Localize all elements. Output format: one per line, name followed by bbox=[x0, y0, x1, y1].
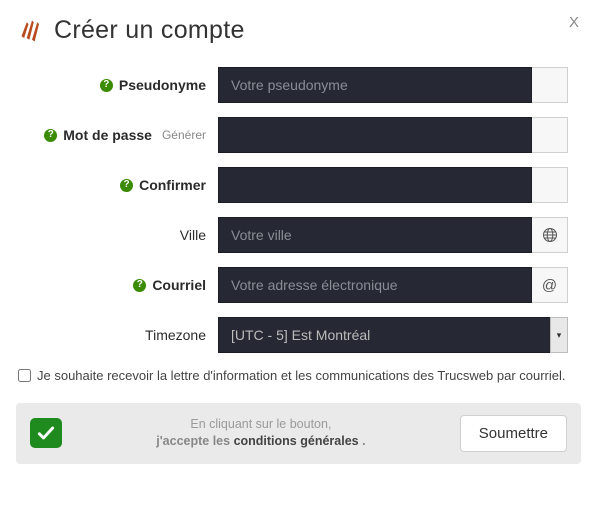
submit-button[interactable]: Soumettre bbox=[460, 415, 567, 452]
pseudonym-input[interactable] bbox=[218, 67, 532, 103]
terms-suffix: . bbox=[362, 434, 365, 448]
row-city: Ville bbox=[24, 217, 581, 253]
row-pseudonym: ? Pseudonyme bbox=[24, 67, 581, 103]
label-confirm: Confirmer bbox=[139, 177, 206, 193]
row-email: ? Courriel @ bbox=[24, 267, 581, 303]
modal-title: Créer un compte bbox=[54, 16, 245, 45]
label-pseudonym: Pseudonyme bbox=[119, 77, 206, 93]
newsletter-checkbox[interactable] bbox=[18, 369, 31, 382]
confirm-addon bbox=[532, 167, 568, 203]
pseudonym-addon bbox=[532, 67, 568, 103]
help-icon[interactable]: ? bbox=[120, 179, 133, 192]
terms-text: En cliquant sur le bouton, j'accepte les… bbox=[78, 416, 444, 451]
label-timezone: Timezone bbox=[145, 327, 206, 343]
label-email: Courriel bbox=[152, 277, 206, 293]
modal-footer: En cliquant sur le bouton, j'accepte les… bbox=[16, 403, 581, 464]
password-input[interactable] bbox=[218, 117, 532, 153]
password-addon bbox=[532, 117, 568, 153]
label-password: Mot de passe bbox=[63, 127, 152, 143]
timezone-select[interactable]: [UTC - 5] Est Montréal bbox=[218, 317, 568, 353]
close-icon[interactable]: X bbox=[569, 14, 579, 31]
newsletter-row: Je souhaite recevoir la lettre d'informa… bbox=[18, 367, 579, 385]
help-icon[interactable]: ? bbox=[133, 279, 146, 292]
row-confirm: ? Confirmer bbox=[24, 167, 581, 203]
row-password: ? Mot de passe Générer bbox=[24, 117, 581, 153]
terms-link[interactable]: conditions générales bbox=[234, 434, 359, 448]
create-account-modal: X Créer un compte ? Pseudonyme ? Mot de … bbox=[0, 0, 597, 476]
checkmark-icon bbox=[30, 418, 62, 448]
terms-line1: En cliquant sur le bouton, bbox=[78, 416, 444, 434]
newsletter-label: Je souhaite recevoir la lettre d'informa… bbox=[37, 367, 566, 385]
terms-prefix: j'accepte les bbox=[156, 434, 233, 448]
row-timezone: Timezone [UTC - 5] Est Montréal ▾ bbox=[24, 317, 581, 353]
globe-icon bbox=[532, 217, 568, 253]
app-logo-icon bbox=[18, 17, 46, 45]
signup-form: ? Pseudonyme ? Mot de passe Générer ? bbox=[16, 67, 581, 353]
at-sign-icon: @ bbox=[532, 267, 568, 303]
confirm-input[interactable] bbox=[218, 167, 532, 203]
generate-password-link[interactable]: Générer bbox=[162, 128, 206, 142]
city-input[interactable] bbox=[218, 217, 532, 253]
help-icon[interactable]: ? bbox=[100, 79, 113, 92]
email-input[interactable] bbox=[218, 267, 532, 303]
help-icon[interactable]: ? bbox=[44, 129, 57, 142]
modal-header: Créer un compte bbox=[18, 16, 581, 45]
label-city: Ville bbox=[180, 227, 206, 243]
